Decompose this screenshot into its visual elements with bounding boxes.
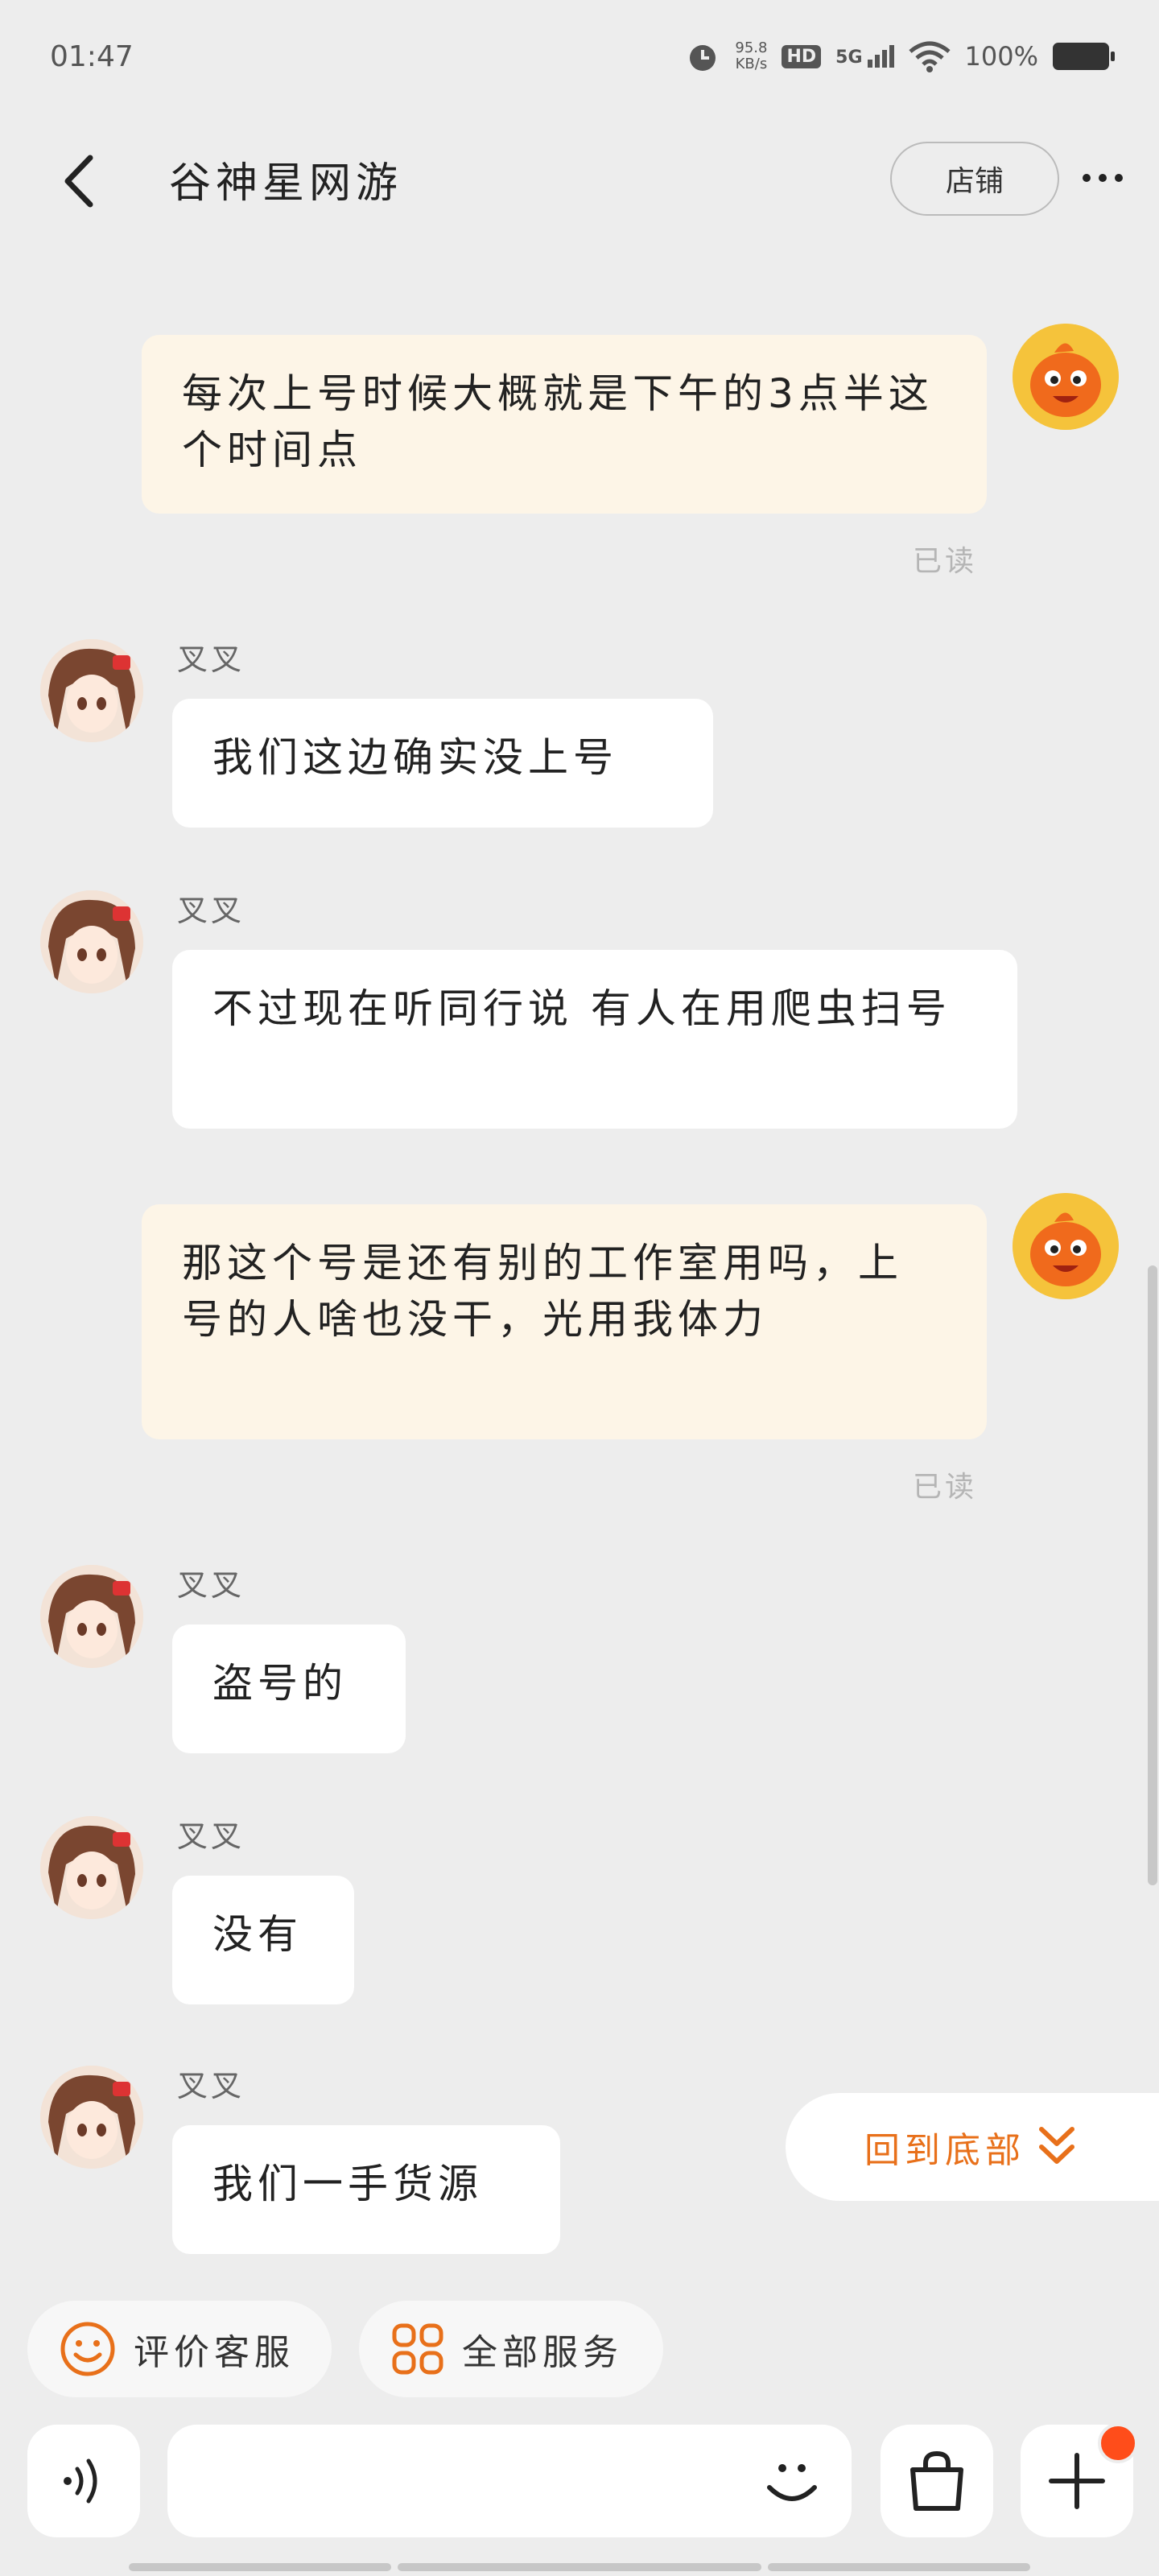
sender-name: 叉叉 — [177, 893, 245, 928]
message-bubble-other[interactable]: 我们一手货源 — [172, 2125, 560, 2254]
plus-icon — [1049, 2453, 1105, 2509]
anime-avatar-icon — [40, 639, 143, 742]
net-speed: 95.8 KB/s — [735, 39, 768, 72]
notification-dot — [1098, 2423, 1138, 2463]
back-to-bottom-button[interactable]: 回到底部 — [786, 2093, 1159, 2201]
other-avatar[interactable] — [40, 1816, 143, 1919]
goods-button[interactable] — [881, 2425, 993, 2537]
my-avatar[interactable] — [1013, 324, 1119, 430]
anime-avatar-icon — [40, 2066, 143, 2169]
voice-button[interactable] — [27, 2425, 140, 2537]
other-avatar[interactable] — [40, 2066, 143, 2169]
battery-text: 100% — [964, 41, 1038, 72]
gesture-bar — [398, 2563, 761, 2571]
smile-icon — [60, 2322, 115, 2376]
message-bubble-mine[interactable]: 每次上号时候大概就是下午的3点半这个时间点 — [142, 335, 987, 514]
page-title: 谷神星网游 — [169, 159, 403, 208]
all-services-chip[interactable]: 全部服务 — [359, 2301, 663, 2397]
read-status: 已读 — [913, 545, 978, 578]
shop-button[interactable]: 店铺 — [890, 142, 1059, 216]
gesture-bar — [129, 2563, 391, 2571]
emoji-button[interactable] — [755, 2444, 829, 2518]
double-chevron-down-icon — [1039, 2127, 1074, 2164]
other-avatar[interactable] — [40, 639, 143, 742]
sender-name: 叉叉 — [177, 2068, 245, 2103]
all-services-label: 全部服务 — [462, 2332, 623, 2373]
alarm-icon — [690, 45, 716, 71]
shopping-bag-icon — [910, 2450, 963, 2511]
rate-service-label: 评价客服 — [134, 2332, 295, 2373]
anime-avatar-icon — [40, 890, 143, 993]
grid-icon — [392, 2323, 443, 2375]
sender-name: 叉叉 — [177, 1567, 245, 1603]
rate-service-chip[interactable]: 评价客服 — [27, 2301, 332, 2397]
mascot-icon — [1013, 324, 1119, 430]
gesture-bar — [768, 2563, 1030, 2571]
back-arrow-icon — [64, 155, 93, 208]
message-input[interactable] — [192, 2449, 742, 2515]
message-bubble-other[interactable]: 盗号的 — [172, 1624, 406, 1753]
mascot-icon — [1013, 1193, 1119, 1299]
message-bubble-mine[interactable]: 那这个号是还有别的工作室用吗，上号的人啥也没干，光用我体力 — [142, 1204, 987, 1439]
signal-icon: 5G — [835, 45, 894, 68]
message-bubble-other[interactable]: 不过现在听同行说 有人在用爬虫扫号 — [172, 950, 1017, 1129]
scrollbar[interactable] — [1148, 1265, 1157, 1885]
sender-name: 叉叉 — [177, 642, 245, 677]
anime-avatar-icon — [40, 1816, 143, 1919]
message-input-container — [167, 2425, 852, 2537]
anime-avatar-icon — [40, 1565, 143, 1668]
sender-name: 叉叉 — [177, 1818, 245, 1854]
voice-icon — [64, 2458, 97, 2504]
back-to-bottom-label: 回到底部 — [864, 2130, 1025, 2171]
more-icon — [1083, 174, 1123, 182]
other-avatar[interactable] — [40, 890, 143, 993]
my-avatar[interactable] — [1013, 1193, 1119, 1299]
more-button[interactable] — [1079, 158, 1127, 198]
status-time: 01:47 — [50, 40, 134, 73]
back-button[interactable] — [56, 153, 105, 209]
emoji-icon — [767, 2464, 817, 2501]
read-status: 已读 — [913, 1471, 978, 1504]
battery-icon — [1053, 43, 1115, 70]
other-avatar[interactable] — [40, 1565, 143, 1668]
wifi-icon — [908, 41, 951, 72]
hd-badge: HD — [782, 44, 822, 68]
message-bubble-other[interactable]: 没有 — [172, 1876, 354, 2004]
status-icons: 95.8 KB/s HD 5G 100% — [685, 39, 1115, 74]
message-bubble-other[interactable]: 我们这边确实没上号 — [172, 699, 713, 828]
